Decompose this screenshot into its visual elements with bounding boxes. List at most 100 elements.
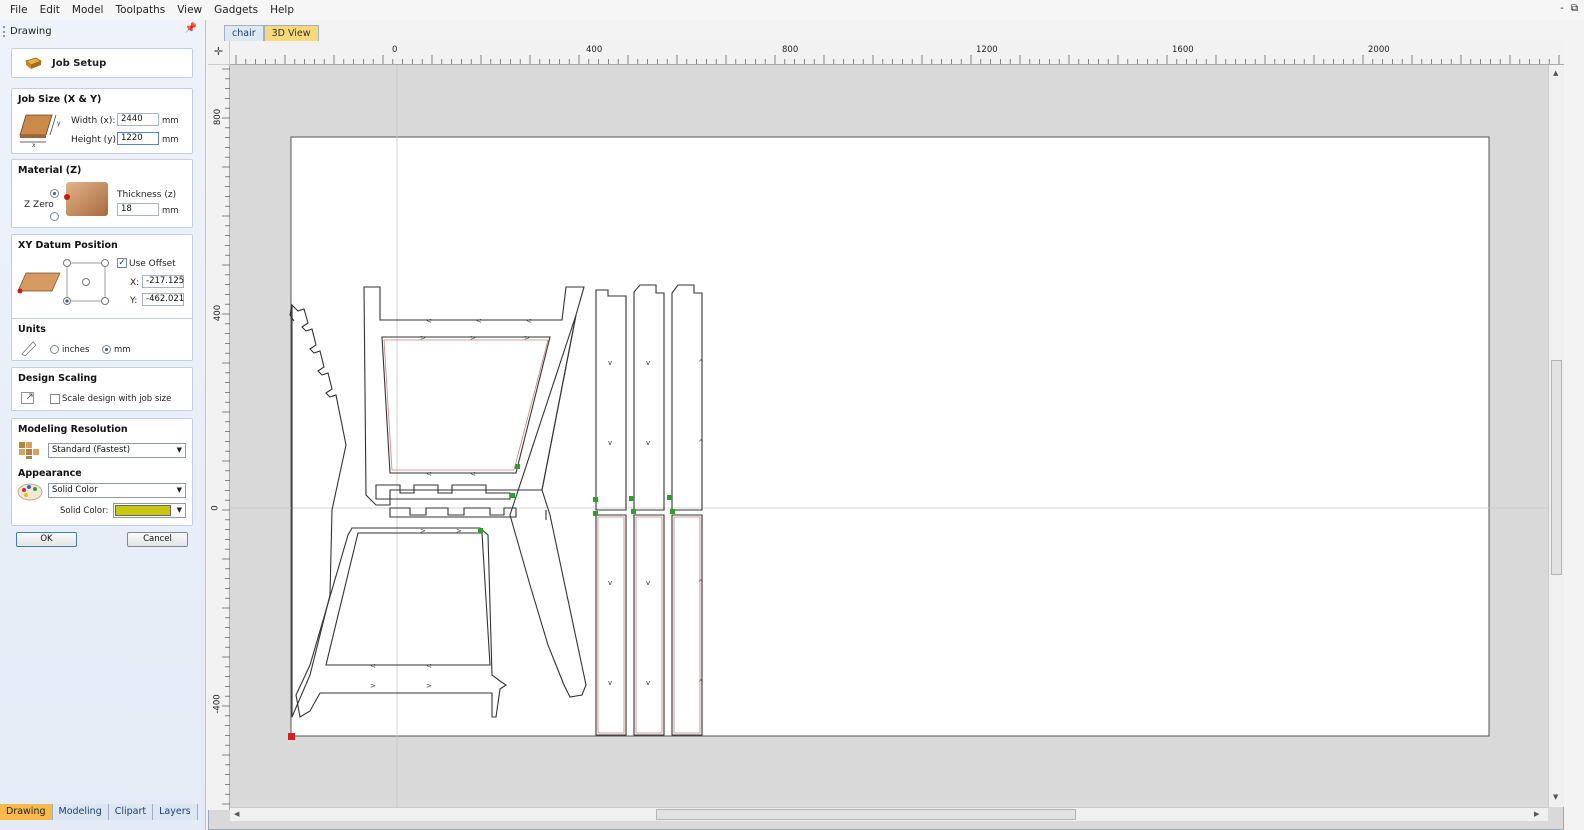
scroll-left-icon[interactable]: ◀ — [234, 810, 239, 818]
scale-design-label: Scale design with job size — [62, 394, 172, 404]
menu-bar: File Edit Model Toolpaths View Gadgets H… — [0, 0, 1584, 20]
thickness-input[interactable]: 18 — [117, 203, 159, 216]
horizontal-scroll-thumb[interactable] — [656, 809, 1076, 820]
scale-design-checkbox[interactable] — [50, 394, 60, 404]
svg-text:<: < — [470, 470, 476, 478]
window-controls[interactable]: - ⧉ — [1560, 3, 1580, 14]
svg-text:<: < — [370, 662, 376, 670]
thickness-unit: mm — [162, 206, 179, 216]
mm-label: mm — [114, 345, 131, 355]
svg-text:v: v — [646, 439, 650, 447]
svg-text:>: > — [456, 527, 462, 535]
use-offset-checkbox[interactable]: ✓ — [117, 258, 127, 268]
width-input[interactable]: 2440 — [117, 113, 159, 126]
svg-text:^: ^ — [698, 679, 704, 687]
svg-text:<: < — [476, 317, 482, 325]
job-setup-title: Job Setup — [52, 58, 107, 69]
snap-crosshair-icon[interactable]: ✛ — [208, 41, 230, 65]
resolution-dropdown[interactable]: Standard (Fastest) ▼ — [48, 443, 186, 458]
thickness-label: Thickness (z) — [117, 190, 177, 200]
offset-x-input[interactable]: -217.125 — [142, 275, 184, 288]
tab-chair[interactable]: chair — [224, 25, 264, 41]
app-window: File Edit Model Toolpaths View Gadgets H… — [0, 0, 1584, 830]
use-offset-label: Use Offset — [129, 259, 176, 269]
menu-model[interactable]: Model — [66, 4, 110, 16]
vertical-ruler: 800 400 0 -400 — [208, 65, 230, 810]
scroll-up-icon[interactable]: ▲ — [1553, 69, 1558, 77]
svg-text:v: v — [608, 439, 612, 447]
solid-color-picker[interactable]: ▼ — [113, 503, 186, 518]
units-group: Units inches mm — [11, 318, 193, 361]
offset-y-label: Y: — [130, 296, 138, 306]
tab-clipart[interactable]: Clipart — [108, 804, 154, 820]
height-unit: mm — [162, 135, 179, 145]
tab-layers[interactable]: Layers — [153, 804, 198, 820]
menu-file[interactable]: File — [4, 4, 34, 16]
datum-title: XY Datum Position — [18, 240, 118, 251]
menu-gadgets[interactable]: Gadgets — [208, 4, 264, 16]
svg-text:^: ^ — [698, 359, 704, 367]
zzero-top-radio[interactable] — [50, 189, 59, 198]
h-ruler-label-1600: 1600 — [1172, 45, 1194, 55]
offset-y-input[interactable]: -462.021 — [142, 293, 184, 306]
job-setup-icon — [25, 57, 42, 69]
cancel-button[interactable]: Cancel — [127, 532, 188, 547]
mm-radio[interactable] — [102, 345, 111, 354]
inches-label: inches — [62, 345, 90, 355]
svg-text:>: > — [426, 682, 432, 690]
menu-help[interactable]: Help — [264, 4, 300, 16]
appearance-dropdown[interactable]: Solid Color ▼ — [48, 483, 186, 498]
scroll-right-icon[interactable]: ▶ — [1534, 810, 1539, 818]
material-title: Material (Z) — [18, 165, 82, 176]
svg-text:<: < — [426, 317, 432, 325]
tab-modeling[interactable]: Modeling — [52, 804, 109, 820]
material-sheet — [290, 136, 1490, 737]
vertical-scroll-thumb[interactable] — [1551, 360, 1562, 575]
pin-icon[interactable]: 📌 — [185, 23, 197, 34]
resolution-value: Standard (Fastest) — [52, 445, 131, 455]
svg-text:>: > — [420, 527, 426, 535]
material-block-icon — [64, 182, 108, 216]
inches-radio[interactable] — [50, 345, 59, 354]
scaling-title: Design Scaling — [18, 373, 98, 384]
document-tabs: chair 3D View — [224, 25, 319, 41]
drawing-svg[interactable]: < < < > > > < < > > < < > > v v v v v v v v ^ ^ ^ ^ — [230, 65, 1548, 807]
appearance-value: Solid Color — [52, 485, 98, 495]
palette-icon — [17, 483, 43, 501]
origin-marker — [288, 733, 295, 740]
v-ruler-label-neg400: -400 — [212, 694, 223, 714]
svg-text:v: v — [608, 579, 612, 587]
menu-toolpaths[interactable]: Toolpaths — [109, 4, 171, 16]
scroll-down-icon[interactable]: ▼ — [1553, 793, 1558, 801]
svg-text:v: v — [608, 359, 612, 367]
drawing-canvas[interactable]: < < < > > > < < > > < < > > v v v v v v v v ^ ^ ^ ^ — [230, 65, 1548, 807]
units-title: Units — [18, 324, 46, 335]
panel-tabs: Drawing Modeling Clipart Layers — [0, 804, 198, 820]
zzero-bottom-radio[interactable] — [50, 212, 59, 221]
svg-text:>: > — [524, 334, 530, 342]
chevron-down-icon: ▼ — [176, 446, 182, 454]
horizontal-scrollbar[interactable]: ◀ ▶ — [230, 807, 1548, 821]
svg-text:v: v — [646, 359, 650, 367]
ok-button[interactable]: OK — [16, 532, 77, 547]
tab-drawing[interactable]: Drawing — [0, 804, 53, 820]
svg-text:v: v — [608, 679, 612, 687]
v-ruler-label-800: 800 — [213, 108, 224, 126]
svg-text:y: y — [57, 120, 61, 127]
vertical-scrollbar[interactable]: ▲ ▼ — [1548, 65, 1564, 807]
menu-edit[interactable]: Edit — [34, 4, 66, 16]
drawing-panel: Drawing 📌 Job Setup Job Size (X & Y) x y — [0, 20, 206, 830]
panel-title: Drawing — [10, 25, 52, 37]
width-unit: mm — [162, 116, 179, 126]
scale-icon — [21, 392, 34, 404]
job-size-group: Job Size (X & Y) x y Width (x): 2440 mm … — [11, 88, 193, 154]
job-size-title: Job Size (X & Y) — [18, 94, 102, 105]
chevron-down-icon: ▼ — [176, 486, 182, 494]
h-ruler-label-1200: 1200 — [976, 45, 998, 55]
svg-text:<: < — [526, 317, 532, 325]
height-input[interactable]: 1220 — [117, 132, 159, 145]
tab-3d-view[interactable]: 3D View — [263, 25, 319, 41]
menu-view[interactable]: View — [171, 4, 208, 16]
v-ruler-label-400: 400 — [213, 304, 224, 322]
datum-selector[interactable] — [60, 257, 110, 305]
